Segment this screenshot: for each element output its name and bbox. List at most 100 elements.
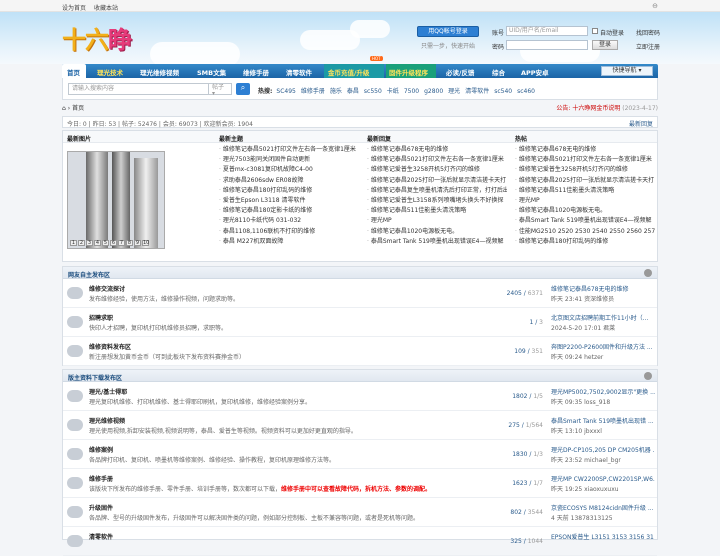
list-item[interactable]: 维修笔记泰昌678无电的维修 [515,145,655,155]
latest-replies-link[interactable]: 最新回复 [629,119,653,128]
account-input[interactable]: UID/用户名/Email [506,26,588,36]
forum-title[interactable]: 维修交流探讨 [89,284,125,293]
nav-item-reset-software[interactable]: 清零软件 [286,67,312,77]
slideshow-pager[interactable]: 1 2 3 4 5 6 7 8 9 10 [70,240,150,246]
password-input[interactable] [506,40,588,50]
list-item[interactable]: 维修笔记泰昌511佳能墨头清洗策略 [515,186,655,196]
hot-word[interactable]: g2800 [424,88,443,95]
list-item[interactable]: 维修笔记泰昌1020电源板无电。 [367,227,507,237]
last-post-link[interactable]: 理光MP5002,7502,9002显示"更换 ... [551,387,655,396]
list-item[interactable]: 维修笔记泰昌678无电的维修 [367,145,507,155]
list-item[interactable]: 泰昌Smart Tank 519喷墨机出现错误E4—视频解 [367,237,507,247]
home-icon[interactable]: ⌂ [62,105,66,112]
list-item[interactable]: 夏普mx-c3081复印机故障C4-00 [219,165,359,175]
search-button[interactable]: ⌕ [236,83,250,95]
hot-word[interactable]: sc460 [517,88,535,95]
collapse-icon[interactable]: ⊖ [652,2,658,10]
forum-row[interactable]: 维修案例 各品牌打印机、复印机、喷墨机等维修案例、维修经验、操作教程，复印机原理… [63,440,657,469]
forum-title[interactable]: 招聘求职 [89,313,113,322]
list-item[interactable]: 维修笔记泰昌2025打印一张后就显示清洁搓卡天打 [367,176,507,186]
list-item[interactable]: 维修笔记爱普生L3158系列喷嘴堵头换头不好换探 [367,196,507,206]
forum-row[interactable]: 理光维修视频 理光使用视频,拆卸安装视频,视频说明等，泰昌、爱普生等视频。视频资… [63,411,657,440]
forum-title[interactable]: 升级固件 [89,503,113,512]
list-item[interactable]: 泰昌 M227机双面故障 [219,237,359,247]
nav-item-ricoh-tech[interactable]: 理光技术 [97,67,123,77]
nav-item-manual[interactable]: 维修手册 [243,67,269,77]
list-item[interactable]: 理光MP [367,216,507,226]
nav-item-ricoh-video[interactable]: 理光维修视频 [140,67,179,77]
hot-word[interactable]: 泰昌 [347,88,359,95]
nav-item-coin-recharge[interactable]: 金币充值/升级 [328,67,369,77]
collapse-toggle-icon[interactable] [644,269,652,277]
forum-title[interactable]: 理光维修视频 [89,416,125,425]
last-post-link[interactable]: 维修笔记泰昌678无电的维修 [551,284,655,293]
list-item[interactable]: 佳能MG2510 2520 2530 2540 2550 2560 2570 [515,227,655,237]
register-link[interactable]: 立即注册 [636,42,660,51]
list-item[interactable]: 维修笔记泰昌5021打印文件左右各一条宽律1厘米 [515,155,655,165]
search-type-select[interactable]: 帖子 ▾ [208,83,231,97]
breadcrumb-current[interactable]: 首页 [72,105,84,112]
list-item[interactable]: 维修笔记泰昌复生喷墨机清洗后打印正常，打打后出 [367,186,507,196]
hot-word[interactable]: 维修手册 [301,88,325,95]
list-item[interactable]: 维修笔记泰昌5021打印文件左右各一条宽律1厘米 [219,145,359,155]
last-post-link[interactable]: 奔图P2200-P2600固件和升级方法 ... [551,342,655,351]
list-item[interactable]: 维修笔记泰昌180打印乱码的维修 [515,237,655,247]
latest-image-slideshow[interactable]: 1 2 3 4 5 6 7 8 9 10 [67,151,165,249]
fast-nav-button[interactable]: 快捷导航 ▾ [601,66,653,76]
forum-row[interactable]: 升级固件 各品牌、型号的升级固件发布，升级固件可以解决固件类的问题，例如部分控制… [63,498,657,527]
qq-login-button[interactable]: 用QQ帐号登录 [417,26,479,37]
list-item[interactable]: 泰昌1108,1106联机不打印的维修 [219,227,359,237]
login-button[interactable]: 登录 [592,40,618,50]
list-item[interactable]: 维修笔记泰昌2025打印一张后就显示清洁搓卡天打 [515,176,655,186]
forum-row[interactable]: 招聘求职 快印人才招聘，复印机打印机维修员招聘，求职等。 1 / 3 北京图文店… [63,308,657,337]
hot-word[interactable]: 理光 [448,88,460,95]
forgot-password-link[interactable]: 找回密码 [636,28,660,37]
forum-row[interactable]: 维修交流探讨 发布维修经验，使用方法，维修操作视频，问题求助等。 2405 / … [63,279,657,308]
forum-title[interactable]: 理光/基士得耶 [89,387,127,396]
site-logo[interactable]: 十六睁 [62,20,132,55]
auto-login-checkbox[interactable] [592,28,598,34]
forum-row[interactable]: 维修资料发布区 新注册想发加黄币金币（可到此板块下发布资料赛挣金币） 109 /… [63,337,657,366]
hot-word[interactable]: sc540 [494,88,512,95]
list-item[interactable]: 维修笔记泰昌511佳能墨头清洗策略 [367,206,507,216]
list-item[interactable]: 维修笔记泰昌1020电源板无电。 [515,206,655,216]
last-post-link[interactable]: 京瓷ECOSYS M8124cidn固件升级 ... [551,503,655,512]
forum-title[interactable]: 维修手册 [89,474,113,483]
last-post-link[interactable]: 泰昌Smart Tank 519喷墨机出现错 ... [551,416,655,425]
hot-word[interactable]: 卡纸 [387,88,399,95]
list-item[interactable]: 爱普生Epson L3118 清零软件 [219,196,359,206]
collapse-toggle-icon[interactable] [644,372,652,380]
nav-item-smb[interactable]: SMB文集 [197,67,226,77]
hot-word[interactable]: SC495 [276,88,295,95]
list-item[interactable]: 理光8110卡纸代码 031-032 [219,216,359,226]
nav-item-firmware[interactable]: 固件升级程序 [389,67,428,77]
list-item[interactable]: 泰昌Smart Tank 519喷墨机出现错误E4—视频解 [515,216,655,226]
last-post-link[interactable]: 理光MP CW2200SP,CW2201SP,W6... [551,474,655,483]
list-item[interactable]: 维修笔记泰昌5021打印文件左右各一条宽律1厘米 [367,155,507,165]
nav-item-general[interactable]: 综合 [492,67,505,77]
bookmark-link[interactable]: 收藏本站 [94,5,118,12]
list-item[interactable]: 维修笔记泰昌180打印乱码的维修 [219,186,359,196]
forum-row[interactable]: 理光/基士得耶 理光复印机维修、打印机维修、基士得耶印刷机，复印机维修，维修经验… [63,382,657,411]
last-post-link[interactable]: 北京图文店招聘前期工作11小时（... [551,313,655,322]
nav-item-app[interactable]: APP安卓 [521,67,549,77]
forum-row[interactable]: 清零软件 325 / 1044 EPSON爱普生 L3151 3153 3156… [63,527,657,556]
last-post-link[interactable]: 理光DP-CP105,205 DP CM205机器 ... [551,445,655,454]
nav-item-must-read[interactable]: 必读/反馈 [446,67,474,77]
nav-item-home[interactable]: 首页 [67,67,80,77]
site-notice[interactable]: 公告: 十六睁网金币说明 (2023-4-17) [556,103,658,112]
list-item[interactable]: 理光MP [515,196,655,206]
hot-word[interactable]: 7500 [404,88,419,95]
list-item[interactable]: 求助泰昌2606sdw ER08故障 [219,176,359,186]
list-item[interactable]: 维修笔记爱普生3258开机5灯齐闪的维修 [515,165,655,175]
forum-title[interactable]: 维修资料发布区 [89,342,131,351]
hot-word[interactable]: 清零软件 [465,88,489,95]
list-item[interactable]: 理光7503能同关闭固件自动更新 [219,155,359,165]
list-item[interactable]: 维修笔记泰昌180定影卡纸的维修 [219,206,359,216]
forum-title[interactable]: 维修案例 [89,445,113,454]
search-input[interactable]: 请输入搜索内容 帖子 ▾ [68,83,232,97]
hot-word[interactable]: 施乐 [330,88,342,95]
hot-word[interactable]: sc550 [364,88,382,95]
list-item[interactable]: 维修笔记爱普生3258开机5灯齐闪的维修 [367,165,507,175]
set-home-link[interactable]: 设为首页 [62,5,86,12]
